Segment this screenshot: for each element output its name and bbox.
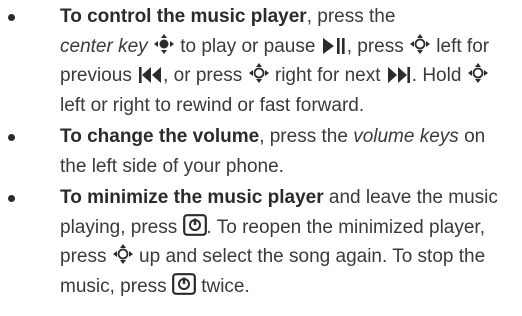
bullet	[8, 195, 15, 202]
nav-key-icon	[467, 62, 489, 84]
home-key-icon	[182, 213, 207, 236]
item-lead: To control the music player	[60, 6, 307, 27]
list-item: To control the music player, press the c…	[0, 2, 522, 120]
play-pause-icon	[321, 37, 347, 55]
list-item: To change the volume, press the volume k…	[0, 122, 522, 181]
nav-key-icon	[248, 62, 270, 84]
item-lead: To minimize the music player	[60, 187, 324, 208]
key-name: volume keys	[353, 126, 459, 147]
key-name: center key	[60, 35, 148, 57]
item-lead: To change the volume	[60, 126, 260, 147]
nav-key-icon	[112, 243, 134, 265]
center-key-icon	[153, 33, 175, 55]
bullet	[8, 134, 15, 141]
home-key-icon	[172, 272, 196, 295]
nav-key-icon	[409, 33, 431, 55]
bullet	[8, 14, 15, 21]
previous-track-icon	[137, 66, 163, 84]
instruction-list: To control the music player, press the c…	[0, 0, 522, 316]
next-track-icon	[386, 66, 412, 84]
list-item: To minimize the music player and leave t…	[0, 183, 522, 301]
